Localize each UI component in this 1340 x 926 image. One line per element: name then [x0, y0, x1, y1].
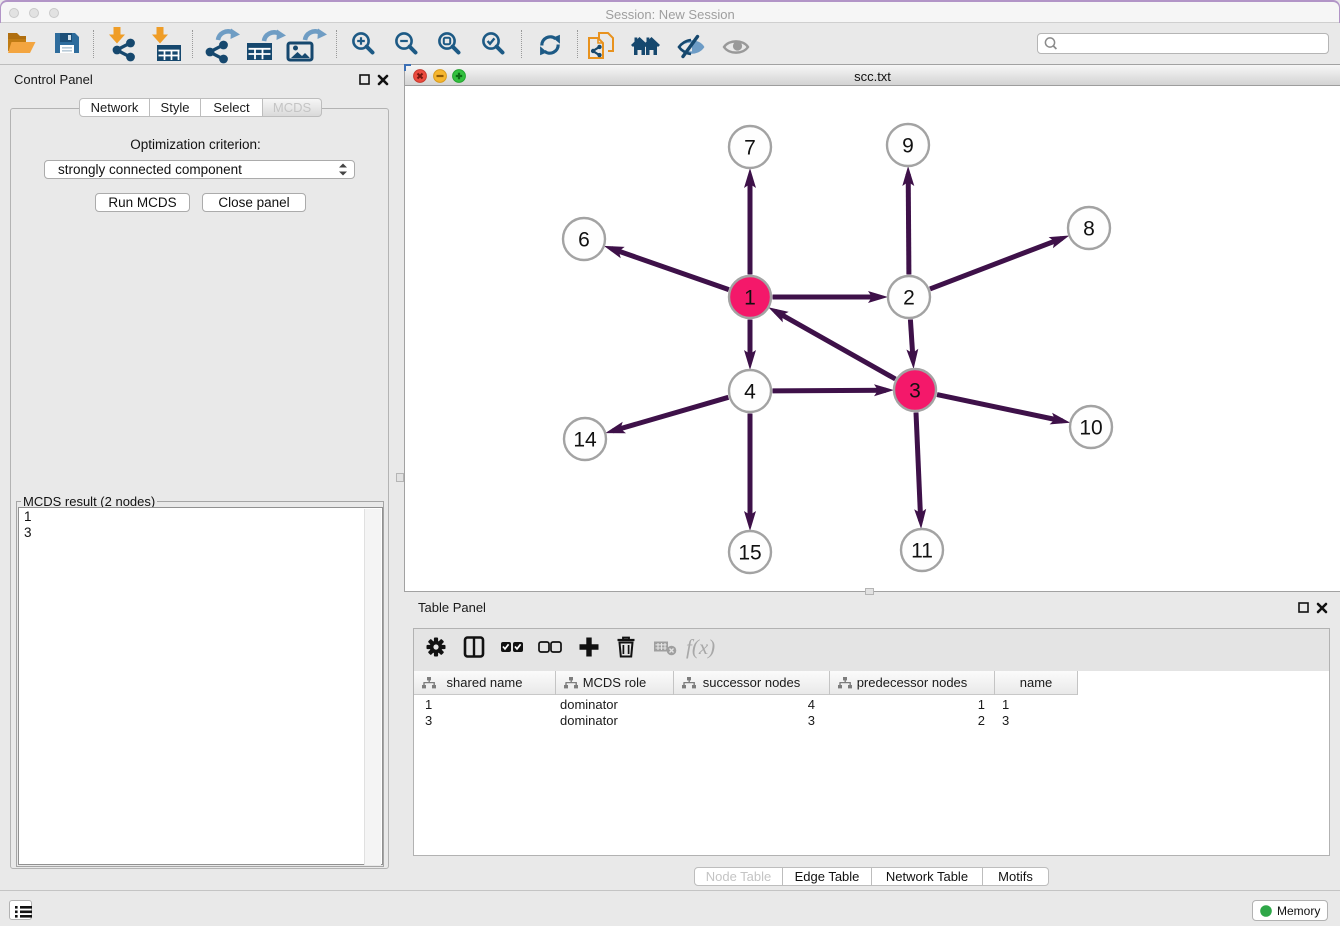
svg-text:f(x): f(x) — [686, 635, 715, 659]
svg-text:9: 9 — [902, 135, 914, 158]
svg-text:15: 15 — [738, 542, 761, 565]
svg-text:1: 1 — [744, 287, 756, 310]
svg-text:4: 4 — [744, 381, 756, 404]
svg-text:7: 7 — [744, 137, 756, 160]
svg-text:6: 6 — [578, 229, 590, 252]
svg-text:2: 2 — [903, 287, 915, 310]
svg-text:11: 11 — [911, 540, 933, 563]
svg-text:8: 8 — [1083, 218, 1095, 241]
svg-text:3: 3 — [909, 380, 921, 403]
svg-text:10: 10 — [1079, 417, 1102, 440]
svg-text:14: 14 — [573, 429, 597, 452]
